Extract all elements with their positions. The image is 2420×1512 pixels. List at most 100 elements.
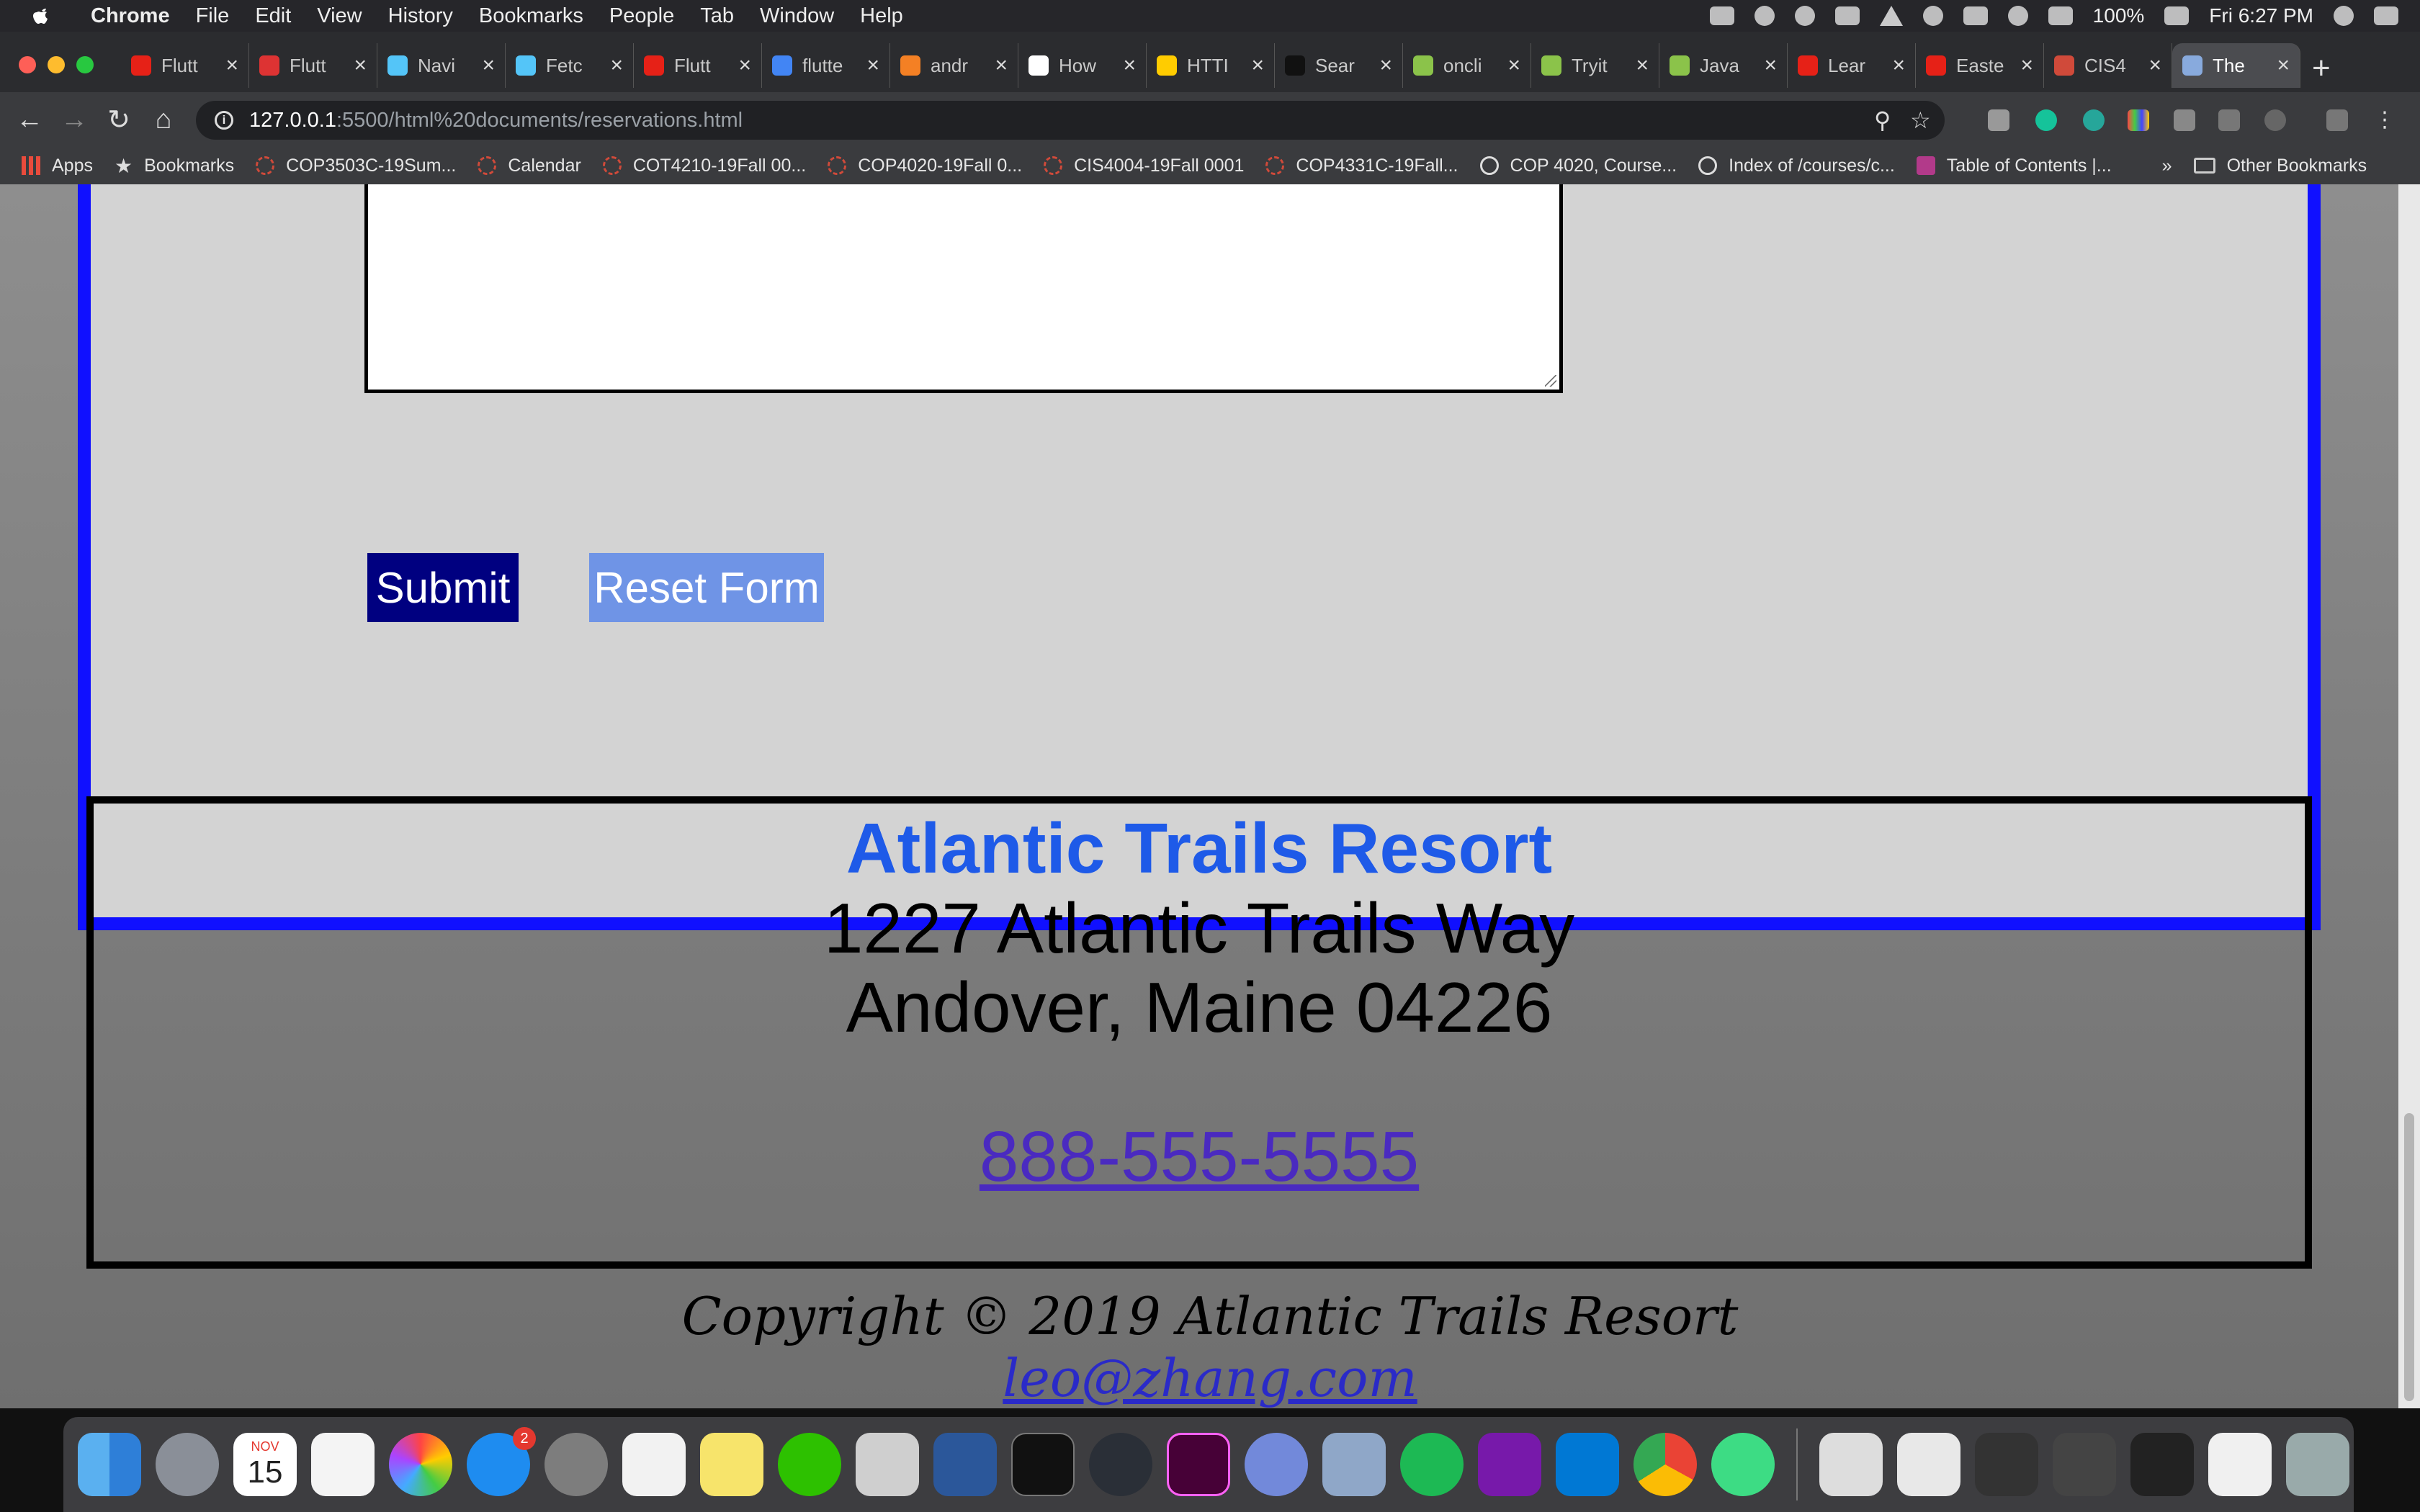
launchpad-icon[interactable] [156,1433,219,1496]
close-tab-icon[interactable]: × [738,53,751,78]
quicktime-icon[interactable] [1089,1433,1152,1496]
minimized-window-icon[interactable] [2053,1433,2116,1496]
browser-tab[interactable]: Lear × [1788,43,1916,88]
activity-icon[interactable] [1754,6,1775,26]
browser-tab[interactable]: Flutt × [121,43,249,88]
bookmark-calendar[interactable]: Calendar [478,156,581,176]
extension-icon[interactable] [1988,109,2009,131]
menu-clock[interactable]: Fri 6:27 PM [2209,4,2313,27]
preview-icon[interactable] [856,1433,919,1496]
page-scrollbar[interactable] [2398,184,2420,1408]
bookmark-index-courses[interactable]: Index of /courses/c... [1698,156,1895,176]
close-tab-icon[interactable]: × [2148,53,2161,78]
color-extension-icon[interactable] [2128,109,2149,131]
browser-tab[interactable]: Sear × [1275,43,1403,88]
menu-edit[interactable]: Edit [242,4,304,28]
minimized-window-icon[interactable] [2208,1433,2272,1496]
photos-icon[interactable] [389,1433,452,1496]
battery-icon[interactable] [2164,6,2190,25]
grammarly-icon[interactable] [2035,109,2057,131]
email-link[interactable]: leo@zhang.com [0,1348,2420,1408]
new-tab-button[interactable]: + [2312,50,2331,86]
minimized-window-icon[interactable] [1975,1433,2038,1496]
bookmark-star-icon[interactable]: ☆ [1910,107,1931,134]
notification-center-icon[interactable] [2374,6,2398,25]
browser-tab[interactable]: Navi × [377,43,506,88]
drive-extension-icon[interactable] [2174,109,2195,131]
vscode-icon[interactable] [1556,1433,1619,1496]
bookmark-cis4004[interactable]: CIS4004-19Fall 0001 [1044,156,1244,176]
browser-tab[interactable]: oncli × [1403,43,1531,88]
close-tab-icon[interactable]: × [354,53,367,78]
bookmark-table-of-contents[interactable]: Table of Contents |... [1916,156,2112,176]
menu-app-name[interactable]: Chrome [78,4,183,28]
zoom-icon[interactable]: ⚲ [1874,107,1891,134]
stickies-icon[interactable] [700,1433,763,1496]
us-flag-icon[interactable] [1963,6,1988,25]
browser-tab[interactable]: Tryit × [1531,43,1659,88]
bluetooth-app-icon[interactable] [1834,6,1860,25]
menu-view[interactable]: View [304,4,375,28]
reload-button[interactable]: ↻ [104,104,134,135]
close-tab-icon[interactable]: × [482,53,495,78]
close-tab-icon[interactable]: × [1507,53,1520,78]
browser-tab[interactable]: Fetc × [506,43,634,88]
menu-help[interactable]: Help [847,4,916,28]
scrollbar-thumb[interactable] [2404,1113,2414,1401]
image-capture-icon[interactable] [1322,1433,1386,1496]
minimized-window-icon[interactable] [1819,1433,1883,1496]
address-bar[interactable]: i 127.0.0.1:5500/html%20documents/reserv… [196,101,1945,140]
do-not-disturb-icon[interactable] [1922,6,1943,26]
spotlight-search-icon[interactable] [2334,6,2354,26]
discord-icon[interactable] [1245,1433,1308,1496]
close-tab-icon[interactable]: × [2020,53,2033,78]
close-tab-icon[interactable]: × [610,53,623,78]
react-devtools-icon[interactable] [2264,109,2286,131]
bookmark-cop4331c[interactable]: COP4331C-19Fall... [1265,156,1458,176]
browser-tab[interactable]: The × [2172,43,2300,88]
back-button[interactable]: ← [14,104,45,135]
menu-tab[interactable]: Tab [687,4,747,28]
browser-tab[interactable]: andr × [890,43,1018,88]
zoom-window-button[interactable] [76,56,94,73]
wechat-icon[interactable] [778,1433,841,1496]
close-tab-icon[interactable]: × [1764,53,1777,78]
bookmark-cop4020-course[interactable]: COP 4020, Course... [1479,156,1677,176]
app-store-icon[interactable]: 2 [467,1427,536,1496]
bookmark-cop4020[interactable]: COP4020-19Fall 0... [828,156,1022,176]
browser-tab[interactable]: Java × [1659,43,1788,88]
cloud-upload-icon[interactable] [1709,6,1734,25]
trash-icon[interactable] [2286,1433,2349,1496]
menu-file[interactable]: File [183,4,243,28]
browser-tab[interactable]: Flutt × [634,43,762,88]
bookmark-bookmarks[interactable]: ★ Bookmarks [115,154,234,178]
browser-tab[interactable]: Easte × [1916,43,2044,88]
close-tab-icon[interactable]: × [1123,53,1136,78]
bookmark-cot4210[interactable]: COT4210-19Fall 00... [602,156,806,176]
bookmark-other[interactable]: Other Bookmarks [2193,156,2367,176]
word-icon[interactable] [933,1433,997,1496]
bookmarks-overflow-button[interactable]: » [2162,156,2172,176]
adobe-xd-icon[interactable] [1167,1433,1230,1496]
close-tab-icon[interactable]: × [1892,53,1905,78]
browser-tab[interactable]: CIS4 × [2044,43,2172,88]
close-tab-icon[interactable]: × [1379,53,1392,78]
phone-link[interactable]: 888-555-5555 [980,1116,1419,1197]
browser-tab[interactable]: flutte × [762,43,890,88]
spotify-icon[interactable] [1400,1433,1464,1496]
extension-badge-icon[interactable] [2083,109,2105,131]
menu-people[interactable]: People [596,4,687,28]
wappalyzer-icon[interactable] [2218,109,2240,131]
bookmark-apps[interactable]: Apps [22,156,93,176]
android-studio-icon[interactable] [1711,1433,1775,1496]
finder-icon[interactable] [78,1433,141,1496]
menu-window[interactable]: Window [747,4,847,28]
browser-tab[interactable]: Flutt × [249,43,377,88]
menu-bookmarks[interactable]: Bookmarks [466,4,596,28]
wifi-icon[interactable] [2048,6,2073,25]
resize-handle-icon[interactable] [1545,375,1556,387]
close-tab-icon[interactable]: × [2277,53,2290,78]
drive-icon[interactable] [1879,6,1903,26]
minimize-window-button[interactable] [48,56,65,73]
browser-tab[interactable]: How × [1018,43,1147,88]
